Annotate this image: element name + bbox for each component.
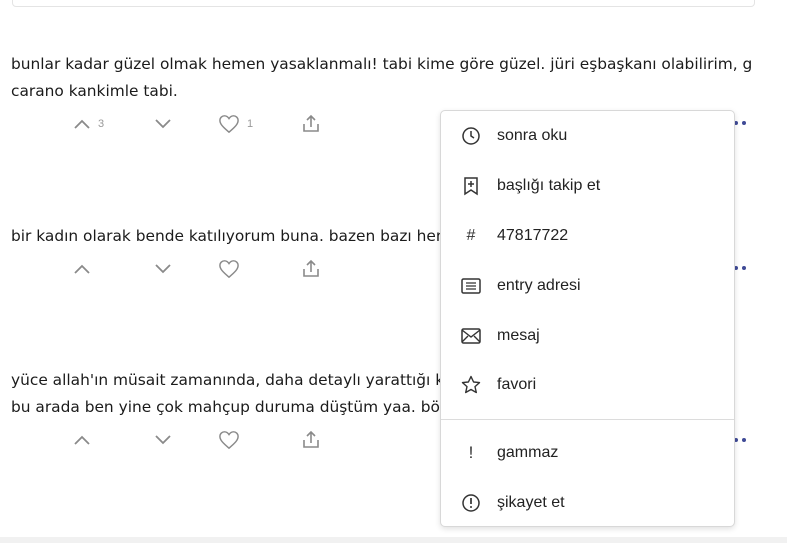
menu-item-label: favori [497,376,537,393]
upvote-button[interactable] [73,258,91,280]
menu-divider [441,419,734,420]
chevron-down-icon [155,435,171,445]
upvote-count: 3 [98,118,105,130]
share-button[interactable] [301,429,321,451]
upvote-button[interactable] [73,429,91,451]
heart-icon [219,260,239,279]
menu-item-entry-id[interactable]: # 47817722 [441,218,734,254]
heart-icon [219,431,239,450]
share-button[interactable] [301,113,321,135]
exclamation-icon: ! [468,443,474,462]
menu-item-follow-topic[interactable]: başlığı takip et [441,168,734,204]
bookmark-plus-icon [460,175,482,197]
share-icon [303,114,319,132]
share-button[interactable] [301,258,321,280]
downvote-button[interactable] [154,113,172,135]
menu-item-report[interactable]: şikayet et [441,485,734,521]
entry-text-line: bunlar kadar güzel olmak hemen yasaklanm… [11,55,751,73]
previous-card [12,0,755,7]
favorite-button[interactable] [218,258,240,280]
menu-item-label: şikayet et [497,494,565,511]
favorite-button[interactable]: 1 [218,113,253,135]
list-icon [460,275,482,297]
menu-item-label: gammaz [497,444,559,461]
chevron-up-icon [74,435,90,445]
hash-icon: # [466,227,476,244]
chevron-up-icon [74,119,90,129]
alert-circle-icon [460,492,482,514]
menu-item-label: sonra oku [497,127,568,144]
favorite-button[interactable] [218,429,240,451]
share-icon [303,259,319,277]
menu-item-label: başlığı takip et [497,177,601,194]
menu-item-label: entry adresi [497,277,581,294]
chevron-up-icon [74,264,90,274]
chevron-down-icon [155,264,171,274]
menu-item-label: 47817722 [497,227,569,244]
menu-item-entry-address[interactable]: entry adresi [441,268,734,304]
menu-item-label: mesaj [497,327,540,344]
clock-icon [460,125,482,147]
menu-item-gammaz[interactable]: ! gammaz [441,435,734,471]
menu-item-read-later[interactable]: sonra oku [441,118,734,154]
heart-icon [219,115,239,134]
menu-item-message[interactable]: mesaj [441,318,734,354]
downvote-button[interactable] [154,429,172,451]
menu-item-favorite[interactable]: favori [441,367,734,403]
star-icon [460,374,482,396]
upvote-button[interactable]: 3 [73,113,104,135]
favorite-count: 1 [247,118,254,130]
entry-options-menu: sonra oku başlığı takip et # 47817722 en… [440,110,735,527]
page-bottom-edge [0,537,787,543]
entry-text-line: carano kankimle tabi. [11,82,178,100]
chevron-down-icon [155,119,171,129]
downvote-button[interactable] [154,258,172,280]
envelope-icon [460,325,482,347]
share-icon [303,430,319,448]
